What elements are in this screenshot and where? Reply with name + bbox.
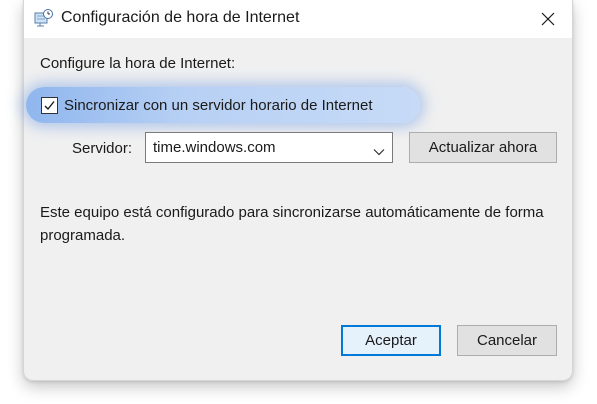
server-dropdown-value: time.windows.com (153, 139, 276, 156)
checkmark-icon (44, 101, 55, 111)
internet-time-dialog: Configuración de hora de Internet Config… (23, 0, 573, 381)
cancel-button[interactable]: Cancelar (457, 325, 557, 356)
screen: Configuración de hora de Internet Config… (0, 0, 597, 404)
sync-checkbox-label[interactable]: Sincronizar con un servidor horario de I… (64, 97, 373, 114)
close-button[interactable] (530, 3, 566, 35)
server-dropdown[interactable]: time.windows.com (145, 132, 393, 163)
update-now-button[interactable]: Actualizar ahora (409, 132, 557, 163)
status-text: Este equipo está configurado para sincro… (40, 204, 544, 244)
section-heading: Configure la hora de Internet: (40, 55, 236, 72)
chevron-down-icon (373, 143, 385, 161)
server-label: Servidor: (72, 140, 133, 157)
title-bar: Configuración de hora de Internet (24, 0, 572, 38)
dialog-content: Configure la hora de Internet: Sincroniz… (24, 38, 572, 380)
clock-network-icon (34, 8, 54, 28)
sync-checkbox[interactable] (41, 97, 58, 114)
close-icon (541, 12, 555, 26)
window-title: Configuración de hora de Internet (61, 9, 300, 26)
ok-button[interactable]: Aceptar (341, 325, 441, 356)
